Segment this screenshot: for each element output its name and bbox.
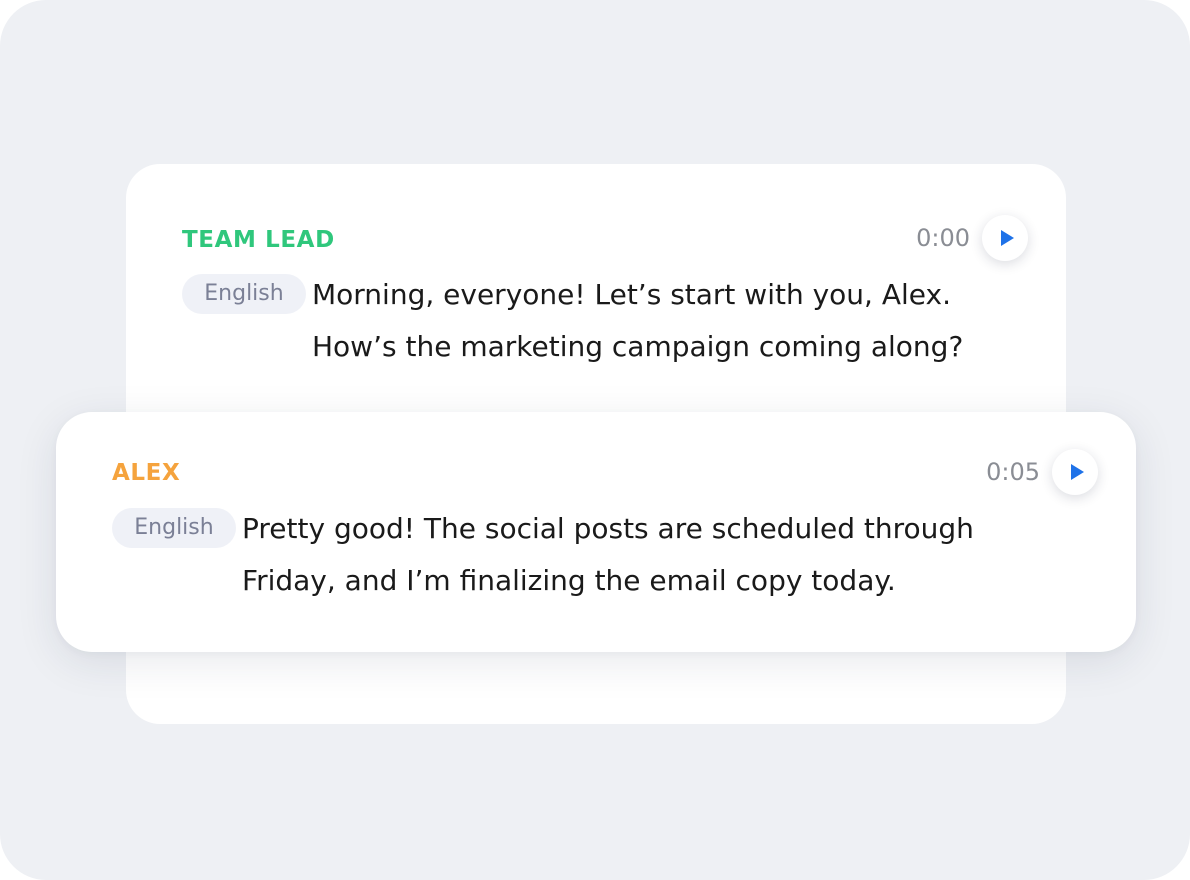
transcript-frame: TEAM LEAD 0:00 English Morning, everyone… — [0, 0, 1190, 880]
language-badge: English — [112, 508, 236, 548]
message-text: Morning, everyone! Let’s start with you,… — [312, 269, 963, 373]
language-badge: English — [182, 274, 306, 314]
speaker-name: ALEX — [112, 460, 181, 486]
message-line: Pretty good! The social posts are schedu… — [242, 512, 974, 545]
play-button[interactable] — [982, 215, 1028, 261]
play-button[interactable] — [1052, 449, 1098, 495]
message-line: Morning, everyone! Let’s start with you,… — [312, 278, 951, 311]
timestamp: 0:05 — [986, 458, 1040, 486]
message-line: Friday, and I’m finalizing the email cop… — [242, 564, 896, 597]
timestamp: 0:00 — [916, 224, 970, 252]
play-icon — [1000, 230, 1014, 246]
message-line: How’s the marketing campaign coming alon… — [312, 330, 964, 363]
play-icon — [1070, 464, 1084, 480]
speaker-name: TEAM LEAD — [182, 227, 335, 253]
message-card-alex: ALEX 0:05 English Pretty good! The socia… — [56, 412, 1136, 652]
message-text: Pretty good! The social posts are schedu… — [242, 503, 974, 607]
